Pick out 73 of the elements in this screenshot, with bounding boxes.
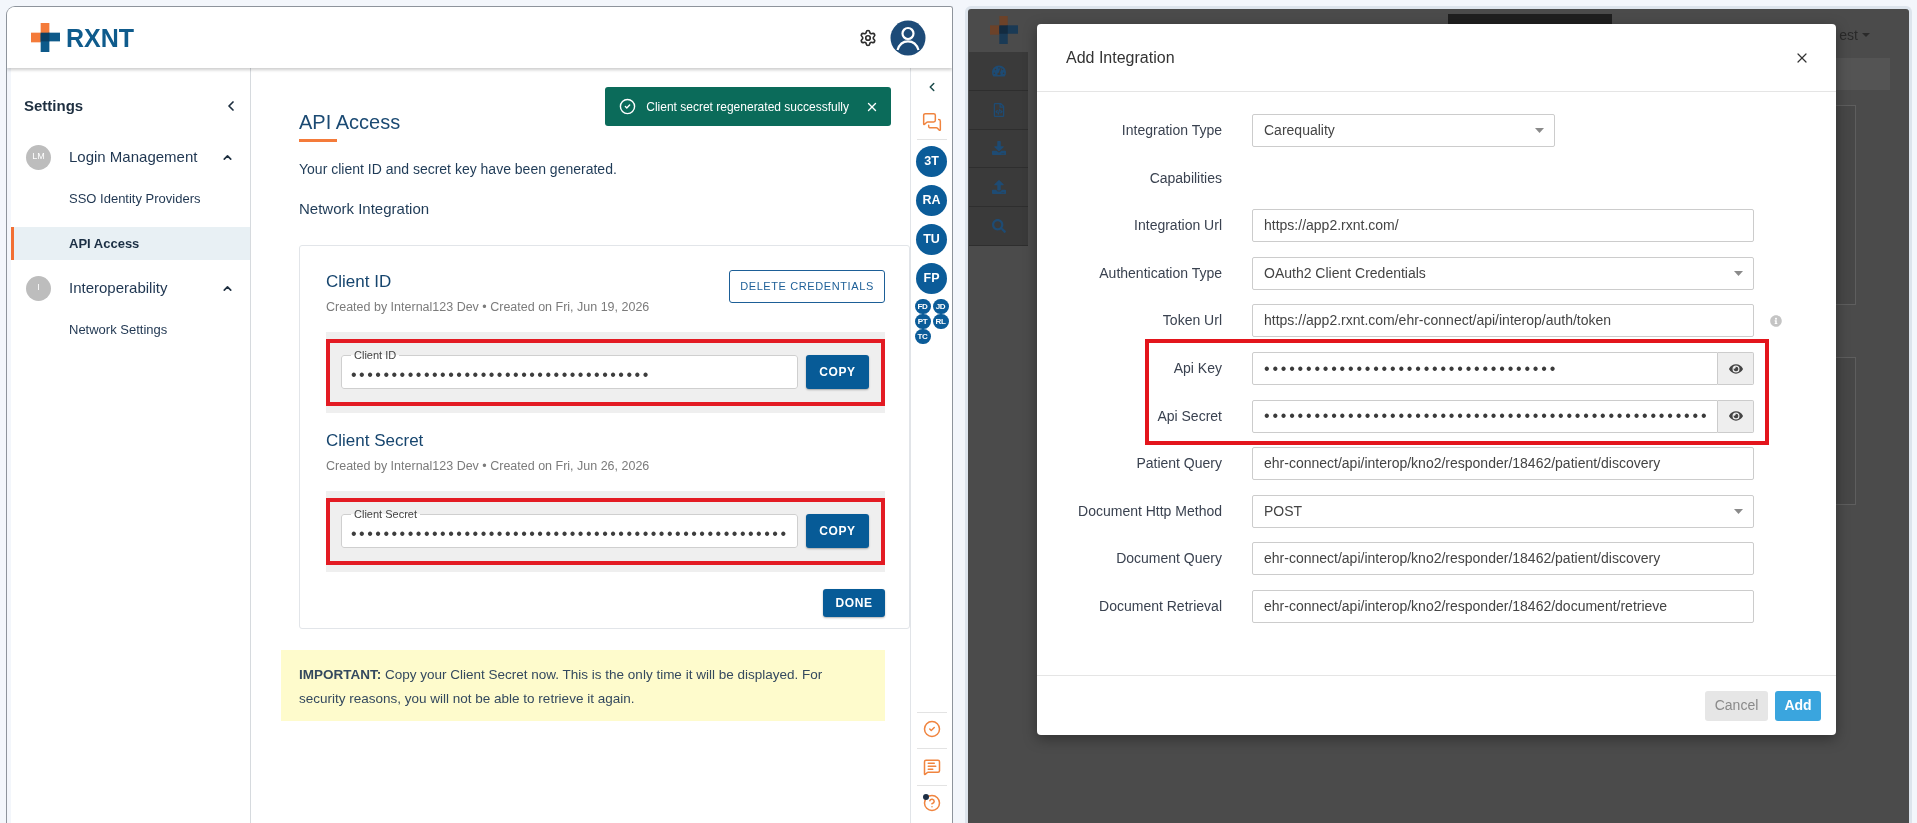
password-field[interactable]: ••••••••••••••••••••••••••••••••••••••••••••••••••••• (1252, 399, 1718, 433)
form-label: Patient Query (1135, 453, 1222, 473)
initials-avatar[interactable]: RA (916, 185, 947, 216)
copy-button[interactable]: COPY (806, 514, 869, 548)
dropdown-select[interactable]: Carequality (1252, 114, 1555, 147)
help-icon[interactable] (922, 794, 941, 812)
text-field[interactable]: https://app2.rxnt.com/ehr-connect/api/interop/auth/token (1252, 304, 1754, 338)
initials-avatar[interactable]: PT (914, 314, 931, 329)
initials-avatar[interactable]: RL (932, 314, 949, 329)
form-label: Document Http Method (1077, 501, 1222, 521)
section-heading: Network Integration (299, 199, 430, 219)
password-field[interactable]: ••••••••••••••••••••••••••••••••••• (1252, 352, 1718, 386)
initials-avatar[interactable]: JD (932, 299, 949, 314)
sidebar-item[interactable]: Network Settings (11, 313, 250, 346)
reveal-button[interactable] (1718, 399, 1754, 433)
credential-meta: Created by Internal123 Dev • Created on Fri, Jun 26, 2026 (326, 458, 650, 474)
text-field[interactable]: https://app2.rxnt.com/ (1252, 209, 1754, 243)
chat-icon[interactable] (921, 112, 942, 132)
modal-title: Add Integration (1066, 47, 1175, 68)
done-button[interactable]: DONE (823, 589, 885, 617)
masked-credential-field[interactable]: Client ID ••••••••••••••••••••••••••••••••••••• (341, 349, 798, 389)
sidebar-group-item[interactable]: I Interoperability (11, 268, 250, 308)
initials-avatar[interactable]: TU (916, 224, 947, 255)
text-field[interactable]: ehr-connect/api/interop/kno2/responder/18462/patient/discovery (1252, 446, 1754, 480)
logo-cross-icon (31, 23, 60, 52)
form-label: Capabilities (1148, 168, 1222, 188)
initials-avatar[interactable]: 3T (916, 146, 947, 177)
logo-cross-icon (990, 16, 1018, 44)
dropdown-select[interactable]: POST (1252, 494, 1754, 528)
eye-icon[interactable] (1728, 361, 1743, 376)
notice-text: IMPORTANT: Copy your Client Secret now. This is the only time it will be displayed. For security reasons, you will not be able to retrieve it again. (299, 667, 823, 706)
initials-avatar[interactable]: FP (916, 263, 947, 294)
sidebar-item[interactable]: SSO Identity Providers (11, 182, 250, 215)
copy-button[interactable]: COPY (806, 355, 869, 389)
credential-title: Client ID (326, 271, 393, 293)
check-circle-icon[interactable] (922, 720, 941, 738)
form-label: Document Retrieval (1098, 596, 1222, 616)
form-label: Document Query (1115, 549, 1222, 569)
eye-icon[interactable] (1728, 409, 1743, 424)
intro-text: Your client ID and secret key have been generated. (299, 160, 617, 179)
settings-icon[interactable] (859, 28, 877, 47)
initials-avatar: LM (26, 144, 51, 170)
sidebar-title: Settings (24, 95, 84, 116)
text-field[interactable]: ehr-connect/api/interop/kno2/responder/18462/document/retrieve (1252, 589, 1754, 623)
initials-avatar: I (26, 275, 51, 301)
toast-message: Client secret regenerated successfully (646, 98, 849, 116)
dropdown-caret-icon (1734, 270, 1743, 276)
sidebar-group-item[interactable]: LM Login Management (11, 137, 250, 177)
credential-meta: Created by Internal123 Dev • Created on Fri, Jun 19, 2026 (326, 299, 650, 315)
dropdown-caret-icon (1862, 33, 1870, 37)
page-title: API Access (299, 110, 401, 135)
form-label: Api Secret (1156, 406, 1222, 426)
reveal-button[interactable] (1718, 352, 1754, 386)
check-circle-icon (619, 98, 637, 115)
dropdown-select[interactable]: OAuth2 Client Credentials (1252, 256, 1754, 290)
initials-avatar[interactable]: TC (914, 329, 931, 344)
toolbar-band (1836, 58, 1890, 90)
credential-title: Client Secret (326, 430, 425, 452)
masked-credential-field[interactable]: Client Secret •••••••••••••••••••••••••••••••••••••••••••••••••••••• (341, 508, 798, 548)
form-label: Api Key (1172, 359, 1222, 379)
form-label: Integration Type (1120, 121, 1222, 140)
text-field[interactable]: ehr-connect/api/interop/kno2/responder/18462/patient/discovery (1252, 542, 1754, 576)
form-label: Authentication Type (1098, 263, 1222, 283)
initials-avatar[interactable]: FD (914, 299, 931, 314)
logo-wordmark: RXNT (66, 22, 135, 53)
dropdown-caret-icon (1734, 508, 1743, 514)
user-avatar-icon[interactable] (890, 19, 926, 56)
message-icon[interactable] (922, 758, 941, 776)
sidebar-item[interactable]: API Access (11, 227, 250, 260)
dropdown-caret-icon (1535, 128, 1544, 133)
form-label: Integration Url (1133, 216, 1222, 236)
delete-credentials-button[interactable]: DELETE CREDENTIALS (729, 270, 885, 303)
form-label: Token Url (1161, 311, 1222, 331)
